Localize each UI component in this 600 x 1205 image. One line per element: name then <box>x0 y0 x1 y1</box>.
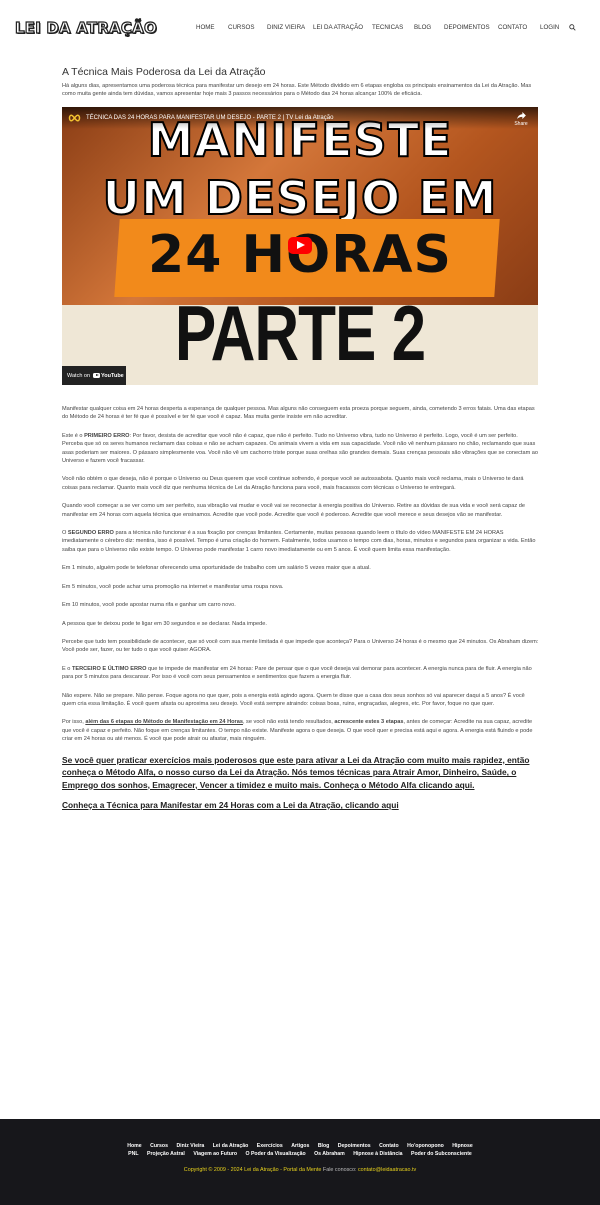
thumbnail-line-2: UM DESEJO EM <box>102 170 498 226</box>
nav-contato[interactable]: CONTATO <box>498 24 527 31</box>
watch-on-label: Watch on <box>67 372 91 379</box>
thumbnail-line-4: PARTE 2 <box>174 291 426 378</box>
youtube-logo-icon: YouTube <box>93 373 124 379</box>
footer-link[interactable]: PNL <box>128 1151 138 1157</box>
metodo-alfa-cta-link[interactable]: Se você quer praticar exercícios mais po… <box>62 754 539 792</box>
copyright-line: Copyright © 2009 - 2024 Lei da Atração -… <box>0 1167 600 1173</box>
contact-label: Fale conosco: <box>322 1167 357 1173</box>
footer-link[interactable]: Projeção Astral <box>147 1151 185 1157</box>
footer-link[interactable]: Artigos <box>291 1143 309 1149</box>
article-body: Manifestar qualquer coisa em 24 horas de… <box>62 405 539 820</box>
footer-link[interactable]: Os Abraham <box>314 1151 345 1157</box>
paragraph: A pessoa que te deixou pode te ligar em … <box>62 620 267 627</box>
paragraph: Você não obtém o que deseja, não é porqu… <box>62 476 524 491</box>
site-logo[interactable]: LEI DA ATRAÇÃO <box>14 18 157 37</box>
paragraph: Por isso, além das 6 etapas do Método de… <box>62 719 533 743</box>
paragraph: E o TERCEIRO E ÚLTIMO ERRO que te impede… <box>62 665 532 681</box>
footer-link[interactable]: Cursos <box>150 1143 168 1149</box>
paragraph: Em 1 minuto, alguém pode te telefonar of… <box>62 565 371 572</box>
nav-home[interactable]: HOME <box>196 24 215 31</box>
footer-link[interactable]: Poder do Subconsciente <box>411 1151 472 1157</box>
search-icon[interactable] <box>569 24 576 31</box>
thumbnail-line-3: 24 HORAS <box>148 225 452 285</box>
paragraph: Percebe que tudo tem possibilidade de ac… <box>62 638 539 654</box>
footer-link[interactable]: Depoimentos <box>338 1143 371 1149</box>
channel-infinity-icon[interactable] <box>68 113 81 123</box>
nav-depoimentos[interactable]: DEPOIMENTOS <box>444 24 490 31</box>
footer-link[interactable]: Exercícios <box>257 1143 283 1149</box>
page-title: A Técnica Mais Poderosa da Lei da Atraçã… <box>62 66 266 78</box>
video-title[interactable]: TÉCNICA DAS 24 HORAS PARA MANIFESTAR UM … <box>86 115 333 121</box>
footer-link[interactable]: O Poder da Visualização <box>246 1151 306 1157</box>
footer-link[interactable]: Diniz Vieira <box>176 1143 204 1149</box>
tecnica-24-horas-cta-link[interactable]: Conheça a Técnica para Manifestar em 24 … <box>62 799 539 812</box>
share-icon <box>516 112 526 119</box>
footer-link[interactable]: Ho'oponopono <box>407 1143 444 1149</box>
nav-diniz-vieira[interactable]: DINIZ VIEIRA <box>267 24 305 31</box>
nav-lei-da-atracao[interactable]: LEI DA ATRAÇÃO <box>313 24 363 31</box>
article-intro: Há alguns dias, apresentamos uma poderos… <box>62 83 532 98</box>
footer-link[interactable]: Contato <box>379 1143 399 1149</box>
article-header: A Técnica Mais Poderosa da Lei da Atraçã… <box>62 66 539 103</box>
nav-cursos[interactable]: CURSOS <box>228 24 254 31</box>
play-button-icon[interactable] <box>288 237 312 254</box>
nav-login[interactable]: LOGIN <box>540 24 559 31</box>
copyright-text: Copyright © 2009 - 2024 Lei da Atração -… <box>183 1167 322 1173</box>
paragraph: Em 5 minutos, você pode achar uma promoç… <box>62 583 284 590</box>
metodo-24-horas-link[interactable]: além das 6 etapas do Método de Manifesta… <box>85 719 243 725</box>
footer-link[interactable]: Hipnose <box>452 1143 472 1149</box>
footer-links-row-1: Home Cursos Diniz Vieira Lei da Atração … <box>0 1143 600 1149</box>
watch-on-youtube-button[interactable]: Watch on YouTube <box>62 366 126 385</box>
site-footer: Home Cursos Diniz Vieira Lei da Atração … <box>0 1119 600 1205</box>
paragraph: Não espere. Não se prepare. Não pense. F… <box>62 692 525 707</box>
youtube-video-embed[interactable]: MANIFESTE UM DESEJO EM 24 HORAS PARTE 2 … <box>62 107 538 385</box>
site-header: LEI DA ATRAÇÃO HOME CURSOS DINIZ VIEIRA … <box>0 0 600 58</box>
nav-tecnicas[interactable]: TECNICAS <box>372 24 403 31</box>
paragraph: Este é o PRIMEIRO ERRO: Por favor, desis… <box>62 432 539 465</box>
paragraph: Manifestar qualquer coisa em 24 horas de… <box>62 406 535 421</box>
footer-link[interactable]: Hipnose à Distância <box>353 1151 402 1157</box>
paragraph: O SEGUNDO ERRO para a técnica não funcio… <box>62 530 536 553</box>
footer-link[interactable]: Blog <box>318 1143 330 1149</box>
footer-links-row-2: PNL Projeção Astral Viagem ao Futuro O P… <box>0 1151 600 1157</box>
nav-blog[interactable]: BLOG <box>414 24 431 31</box>
contact-email-link[interactable]: contato@leidaatracao.tv <box>358 1167 416 1173</box>
footer-link[interactable]: Viagem ao Futuro <box>193 1151 237 1157</box>
share-label: Share <box>514 121 528 127</box>
footer-link[interactable]: Home <box>127 1143 141 1149</box>
footer-link[interactable]: Lei da Atração <box>213 1143 249 1149</box>
share-button[interactable]: Share <box>512 112 530 127</box>
paragraph: Quando você começar a se ver como um ser… <box>62 503 525 518</box>
paragraph: Em 10 minutos, você pode apostar numa ri… <box>62 602 236 609</box>
